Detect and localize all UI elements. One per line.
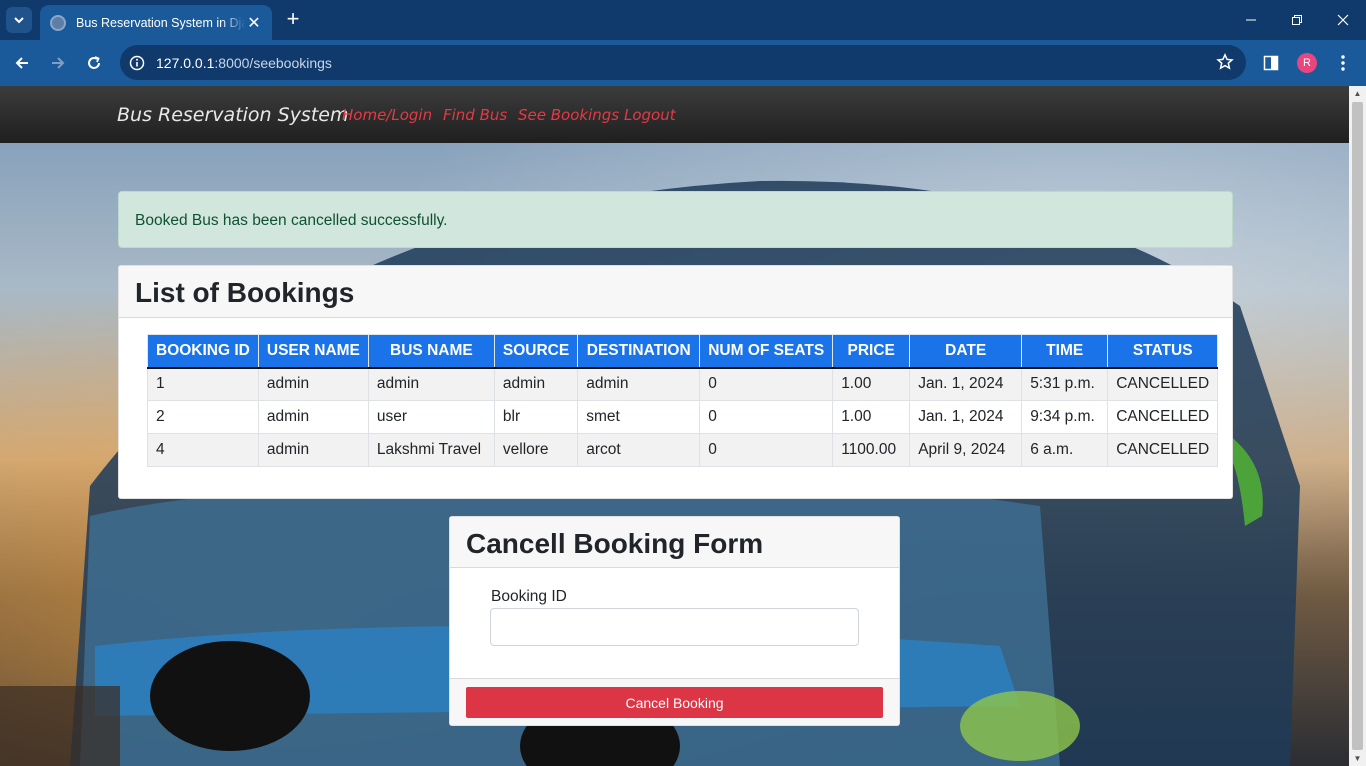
page-scrollbar[interactable]: ▲ ▼ [1349, 86, 1366, 766]
restore-icon [1292, 15, 1302, 25]
column-header: DATE [909, 334, 1023, 369]
column-header: BOOKING ID [147, 334, 259, 369]
more-vert-icon [1341, 55, 1345, 71]
booking-id-input[interactable] [490, 608, 859, 646]
browser-menu-button[interactable] [1330, 50, 1356, 76]
cell-price: 1.00 [832, 400, 911, 434]
cell-price: 1.00 [832, 367, 911, 401]
browser-tab-active[interactable]: Bus Reservation System in Django ✕ [40, 5, 272, 40]
cancel-form-footer: Cancel Booking [450, 678, 899, 725]
cell-destination: smet [577, 400, 701, 434]
avatar: R [1297, 53, 1317, 73]
column-header: USER NAME [257, 334, 369, 369]
table-row: 2 admin user blr smet 0 1.00 Jan. 1, 202… [147, 400, 1219, 434]
cell-date: Jan. 1, 2024 [909, 367, 1023, 401]
bookings-card-title: List of Bookings [119, 266, 1232, 318]
tab-search-button[interactable] [6, 7, 32, 33]
nav-link-logout[interactable]: Logout [624, 106, 676, 124]
back-button[interactable] [8, 49, 36, 77]
bookings-card: List of Bookings BOOKING ID USER NAME BU… [118, 265, 1233, 499]
url-path: :8000/seebookings [214, 54, 332, 71]
cell-date: April 9, 2024 [909, 433, 1023, 467]
url-host: 127.0.0.1 [156, 54, 215, 71]
profile-button[interactable]: R [1294, 50, 1320, 76]
cell-num-seats: 0 [699, 367, 834, 401]
scroll-up-arrow-icon[interactable]: ▲ [1353, 89, 1362, 98]
cell-destination: admin [577, 367, 701, 401]
url-text[interactable]: 127.0.0.1:8000/seebookings [156, 55, 332, 71]
reload-icon [88, 56, 100, 69]
cell-bus-name: admin [367, 367, 495, 401]
cell-time: 5:31 p.m. [1021, 367, 1109, 401]
column-header: STATUS [1107, 334, 1219, 369]
arrow-left-icon [15, 57, 28, 69]
close-icon [1337, 14, 1349, 26]
site-navbar: Bus Reservation System Home/Login Find B… [0, 86, 1349, 143]
cell-booking-id: 4 [147, 433, 259, 467]
scroll-down-arrow-icon[interactable]: ▼ [1353, 754, 1362, 763]
bookings-table: BOOKING ID USER NAME BUS NAME SOURCE DES… [147, 334, 1219, 467]
address-bar[interactable]: 127.0.0.1:8000/seebookings [120, 45, 1246, 80]
page-viewport: Bus Reservation System Home/Login Find B… [0, 86, 1349, 766]
browser-tab-strip: Bus Reservation System in Django ✕ + [0, 0, 1366, 40]
cell-user-name: admin [257, 433, 369, 467]
cell-num-seats: 0 [699, 400, 834, 434]
table-header-row: BOOKING ID USER NAME BUS NAME SOURCE DES… [147, 334, 1219, 369]
column-header: PRICE [832, 334, 911, 369]
scrollbar-thumb[interactable] [1352, 102, 1363, 750]
cell-destination: arcot [577, 433, 701, 467]
close-window-button[interactable] [1328, 8, 1358, 32]
chevron-down-icon [14, 17, 24, 24]
bookmark-star-icon[interactable] [1216, 52, 1234, 76]
cell-num-seats: 0 [699, 433, 834, 467]
table-row: 4 admin Lakshmi Travel vellore arcot 0 1… [147, 433, 1219, 467]
reload-button[interactable] [80, 49, 108, 77]
cell-time: 6 a.m. [1021, 433, 1109, 467]
nav-link-find-bus[interactable]: Find Bus [443, 106, 507, 124]
arrow-right-icon [52, 57, 65, 69]
cell-booking-id: 2 [147, 400, 259, 434]
side-panel-button[interactable] [1258, 50, 1284, 76]
cell-source: vellore [493, 433, 579, 467]
tab-title: Bus Reservation System in Django [76, 15, 246, 30]
minimize-window-button[interactable] [1236, 8, 1266, 32]
column-header: TIME [1021, 334, 1109, 369]
brand-link[interactable]: Bus Reservation System [117, 104, 348, 126]
cell-bus-name: user [367, 400, 495, 434]
booking-id-label: Booking ID [491, 588, 567, 605]
cell-bus-name: Lakshmi Travel [367, 433, 495, 467]
cell-price: 1100.00 [832, 433, 911, 467]
cell-time: 9:34 p.m. [1021, 400, 1109, 434]
site-info-icon[interactable] [126, 52, 148, 74]
cancel-form-title: Cancell Booking Form [450, 517, 899, 568]
cell-status: CANCELLED [1107, 367, 1219, 401]
cell-status: CANCELLED [1107, 433, 1219, 467]
minimize-icon [1246, 19, 1256, 21]
cell-date: Jan. 1, 2024 [909, 400, 1023, 434]
cell-status: CANCELLED [1107, 400, 1219, 434]
forward-button[interactable] [44, 49, 72, 77]
cell-source: admin [493, 367, 579, 401]
column-header: DESTINATION [577, 334, 701, 369]
cancel-booking-button[interactable]: Cancel Booking [466, 687, 883, 718]
new-tab-button[interactable]: + [282, 8, 304, 30]
cell-source: blr [493, 400, 579, 434]
favicon-icon [50, 14, 66, 31]
success-alert: Booked Bus has been cancelled successful… [118, 191, 1233, 248]
column-header: SOURCE [493, 334, 579, 369]
cancel-booking-card: Cancell Booking Form Booking ID Cancel B… [449, 516, 900, 726]
cell-user-name: admin [257, 367, 369, 401]
table-row: 1 admin admin admin admin 0 1.00 Jan. 1,… [147, 367, 1219, 401]
restore-window-button[interactable] [1282, 8, 1312, 32]
cell-user-name: admin [257, 400, 369, 434]
browser-toolbar: 127.0.0.1:8000/seebookings R [0, 40, 1366, 86]
column-header: NUM OF SEATS [699, 334, 834, 369]
column-header: BUS NAME [367, 334, 495, 369]
side-panel-icon [1263, 55, 1279, 71]
nav-link-home-login[interactable]: Home/Login [342, 106, 432, 124]
nav-link-see-bookings[interactable]: See Bookings [518, 106, 619, 124]
cell-booking-id: 1 [147, 367, 259, 401]
close-tab-icon[interactable]: ✕ [246, 13, 262, 33]
